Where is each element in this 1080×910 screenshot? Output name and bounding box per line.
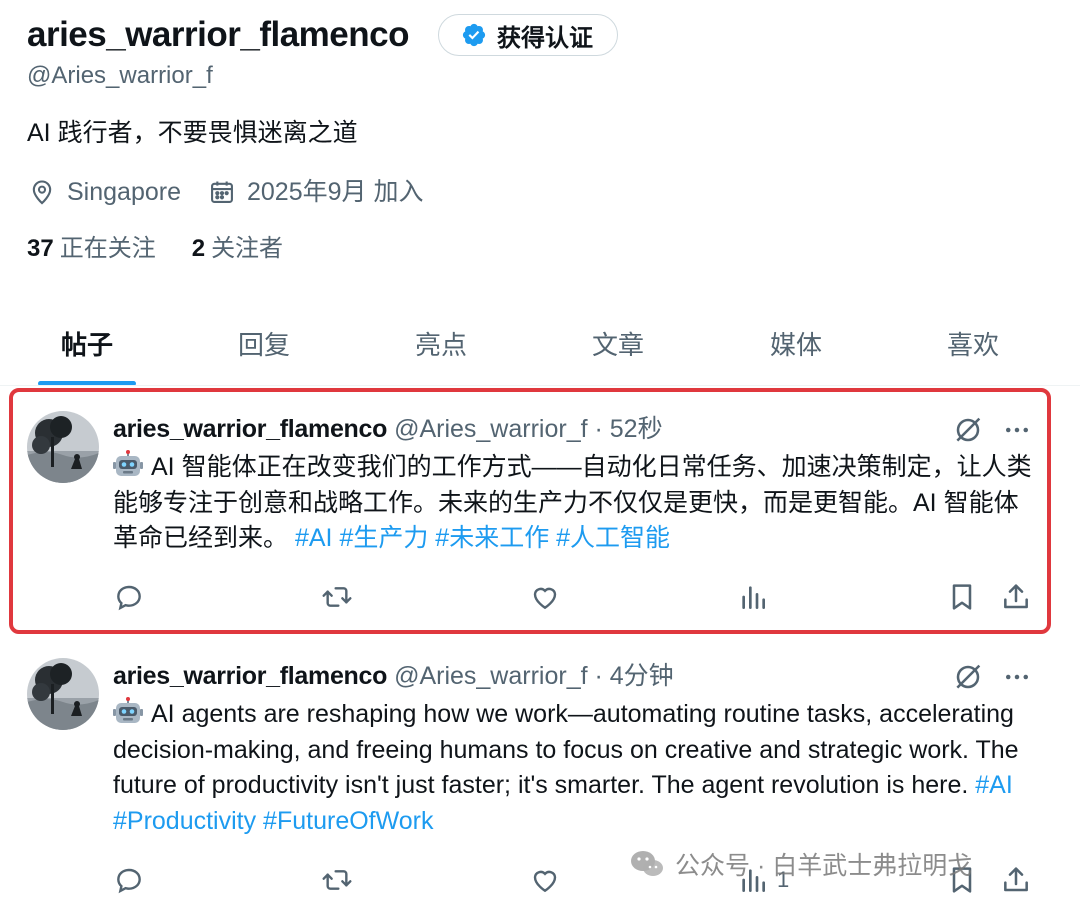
reply-icon <box>117 585 141 611</box>
get-verified-button[interactable]: 获得认证 <box>438 14 618 56</box>
get-verified-label: 获得认证 <box>497 24 593 52</box>
follow-stats: 37 正在关注 2 关注者 <box>27 232 283 266</box>
like-button[interactable] <box>529 577 561 617</box>
post-text: AI 智能体正在改变我们的工作方式——自动化日常任务、加速决策制定，让人类能够专… <box>113 450 1043 557</box>
post-timestamp[interactable]: 52秒 <box>610 415 663 443</box>
share-button[interactable] <box>1000 860 1032 900</box>
share-icon <box>1004 867 1028 892</box>
post-text: AI agents are reshaping how we work—auto… <box>113 697 1043 839</box>
analytics-icon <box>742 586 765 609</box>
like-button[interactable] <box>529 860 561 900</box>
share-icon <box>1004 584 1028 609</box>
post-timestamp[interactable]: 4分钟 <box>610 662 674 690</box>
repost-button[interactable] <box>320 577 354 617</box>
profile-tabs: 帖子 回复 亮点 文章 媒体 喜欢 <box>0 300 1080 386</box>
post-dot-separator: · <box>594 415 603 443</box>
heart-icon <box>533 587 557 610</box>
bookmark-button[interactable] <box>946 577 978 617</box>
followers-count: 2 <box>191 235 206 262</box>
post-header: aries_warrior_flamenco @Aries_warrior_f … <box>113 412 663 446</box>
followers-link[interactable]: 2 关注者 <box>192 232 283 266</box>
reply-button[interactable] <box>113 577 145 617</box>
reply-button[interactable] <box>113 860 145 900</box>
profile-joined-date: 2025年9月 加入 <box>246 178 424 206</box>
robot-emoji-icon <box>113 697 143 723</box>
profile-handle: @Aries_warrior_f <box>27 62 213 89</box>
tab-likes[interactable]: 喜欢 <box>923 300 1023 386</box>
watermark: 公众号 · 白羊武士弗拉明戈 <box>629 846 972 882</box>
tab-replies[interactable]: 回复 <box>214 300 314 386</box>
post-author-name[interactable]: aries_warrior_flamenco <box>113 662 387 690</box>
profile-meta: Singapore 2025年9月 加入 <box>28 174 423 210</box>
post-actions <box>0 577 1080 617</box>
watermark-text: 公众号 · 白羊武士弗拉明戈 <box>675 852 973 880</box>
views-button[interactable] <box>737 577 769 617</box>
post-hashtags[interactable]: #AI #生产力 #未来工作 #人工智能 <box>295 524 670 552</box>
share-button[interactable] <box>1000 577 1032 617</box>
tabs-divider <box>0 385 1080 386</box>
avatar[interactable] <box>27 411 99 483</box>
following-link[interactable]: 37 正在关注 <box>27 232 156 266</box>
tab-articles[interactable]: 文章 <box>568 300 668 386</box>
post-author-handle[interactable]: @Aries_warrior_f <box>394 662 587 690</box>
location-pin-icon <box>32 180 52 205</box>
verified-badge-icon <box>462 23 486 47</box>
tab-media[interactable]: 媒体 <box>746 300 846 386</box>
profile-location: Singapore <box>67 178 181 206</box>
repost-icon <box>322 587 352 607</box>
grok-icon[interactable] <box>952 414 984 446</box>
robot-emoji-icon <box>113 450 143 476</box>
calendar-icon <box>211 181 233 203</box>
more-options-icon[interactable] <box>1002 662 1032 692</box>
following-count: 37 <box>27 235 54 262</box>
post-author-handle[interactable]: @Aries_warrior_f <box>394 415 587 443</box>
following-label: 正在关注 <box>59 235 156 262</box>
post-dot-separator: · <box>594 662 603 690</box>
profile-bio: AI 践行者，不要畏惧迷离之道 <box>27 119 358 147</box>
profile-display-name: aries_warrior_flamenco <box>27 15 409 54</box>
tab-highlights[interactable]: 亮点 <box>391 300 491 386</box>
post-top-icons <box>952 661 1032 693</box>
repost-icon <box>322 870 352 890</box>
post-author-name[interactable]: aries_warrior_flamenco <box>113 415 387 443</box>
wechat-icon <box>631 851 663 876</box>
avatar[interactable] <box>27 658 99 730</box>
reply-icon <box>117 868 141 894</box>
post-header: aries_warrior_flamenco @Aries_warrior_f … <box>113 659 674 693</box>
bookmark-icon <box>952 584 972 610</box>
grok-icon[interactable] <box>952 661 984 693</box>
tab-posts[interactable]: 帖子 <box>38 300 136 386</box>
heart-icon <box>533 870 557 893</box>
post-text-content: AI agents are reshaping how we work—auto… <box>113 700 1019 799</box>
followers-label: 关注者 <box>211 235 284 262</box>
more-options-icon[interactable] <box>1002 415 1032 445</box>
repost-button[interactable] <box>320 860 354 900</box>
post-top-icons <box>952 414 1032 446</box>
